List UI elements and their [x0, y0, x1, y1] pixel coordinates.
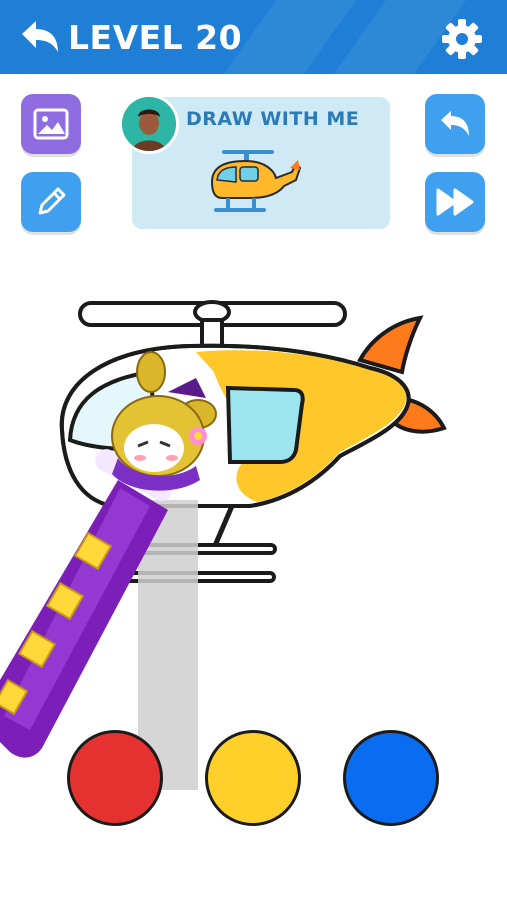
rotor-mast — [200, 318, 224, 348]
top-bar: LEVEL 20 — [0, 0, 507, 74]
undo-icon — [441, 111, 469, 136]
back-button[interactable] — [18, 18, 62, 58]
undo-button[interactable] — [425, 94, 485, 154]
color-swatch-yellow[interactable] — [205, 730, 301, 826]
fast-forward-icon — [436, 188, 474, 216]
drawing-canvas[interactable] — [0, 230, 507, 790]
avatar — [119, 94, 179, 154]
image-icon — [33, 108, 69, 140]
gear-icon — [442, 19, 482, 59]
skip-button[interactable] — [425, 172, 485, 232]
level-title: LEVEL 20 — [68, 18, 243, 57]
color-swatch-blue[interactable] — [343, 730, 439, 826]
header-stripe — [224, 0, 356, 74]
reference-label: DRAW WITH ME — [186, 108, 360, 130]
person-avatar-icon — [122, 97, 176, 151]
color-swatch-red[interactable] — [67, 730, 163, 826]
image-button[interactable] — [21, 94, 81, 154]
settings-button[interactable] — [440, 17, 484, 61]
side-window — [225, 385, 305, 464]
pencil-icon — [38, 187, 66, 215]
tail-fin-top — [357, 315, 424, 375]
pencil-button[interactable] — [21, 172, 81, 232]
reference-helicopter-icon — [210, 150, 302, 212]
back-arrow-icon — [22, 21, 58, 52]
